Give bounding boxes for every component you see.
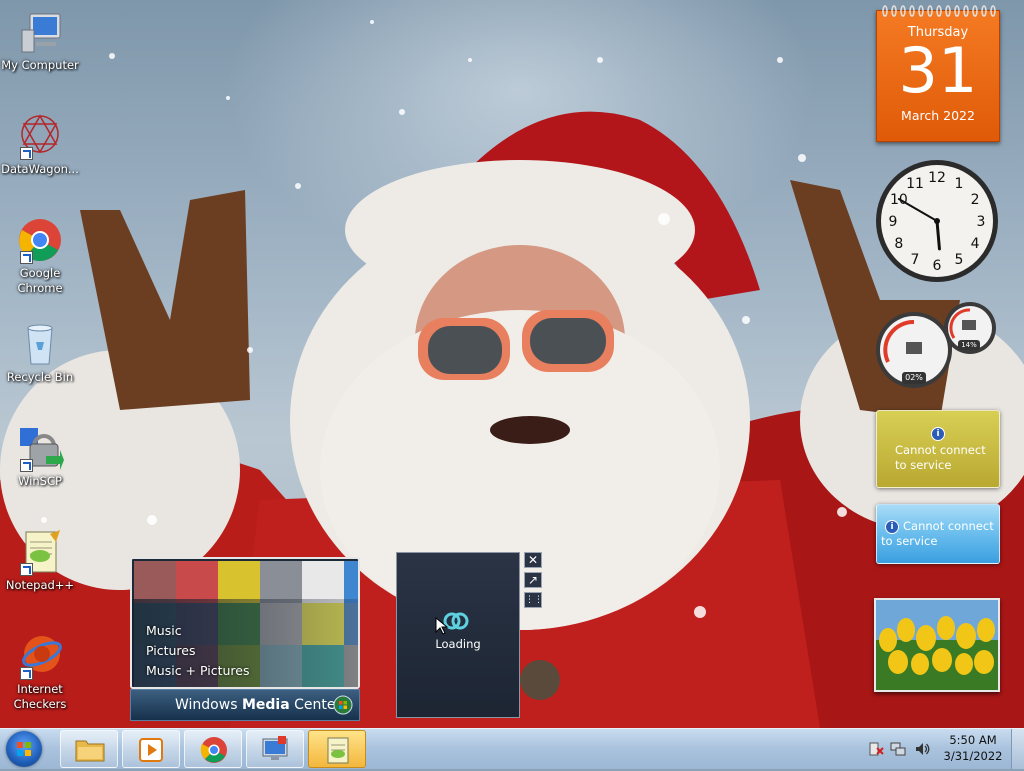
desktop-icon-label: WinSCP [18,474,62,488]
calendar-month-year: March 2022 [901,108,975,123]
currency-gadget[interactable]: i Cannot connect to service [876,410,1000,488]
clock-numeral: 9 [889,214,898,230]
clock-numeral: 7 [911,252,920,268]
desktop-icon-my-computer[interactable]: My Computer [0,8,80,73]
media-center-brand: Windows Media Center [175,697,342,713]
tulips-photo [876,600,998,690]
taskbar-explorer-button[interactable] [60,730,118,768]
desktop-icon-winscp[interactable]: WinSCP [0,424,80,489]
clock-numeral: 11 [906,176,924,192]
info-icon: i [885,520,899,534]
windows-logo-icon [17,742,31,756]
clock-numeral: 2 [971,192,980,208]
desktop-icon-google-chrome[interactable]: Google Chrome [0,216,80,296]
loading-gadget[interactable]: Loading [396,552,520,718]
desktop-icon-label: Notepad++ [5,578,75,592]
desktop-icon-label: DataWagon... [1,162,79,176]
feed-headlines-gadget[interactable]: i Cannot connect to service [876,504,1000,564]
currency-error-line2: to service [895,458,952,472]
media-player-icon [139,738,163,762]
clock-numeral: 4 [971,236,980,252]
desktop-icon-label: Internet Checkers [13,682,67,711]
media-menu-music[interactable]: Music [146,621,250,641]
slideshow-gadget[interactable] [874,598,1000,692]
taskbar-time: 5:50 AM [949,733,997,747]
analog-clock-face: 1234567891011 12 [876,160,998,282]
currency-error-line1: Cannot connect [895,443,986,457]
notepadpp-icon [16,528,64,576]
monitor-icon [262,736,288,760]
action-center-icon[interactable] [868,741,884,757]
desktop-icon-label: My Computer [1,58,79,72]
taskbar-date: 3/31/2022 [943,749,1003,763]
cpu-memory-gauges [876,302,996,388]
shortcut-arrow-icon [20,251,33,264]
desktop-icon-label: Recycle Bin [6,370,74,384]
volume-icon[interactable] [914,741,930,757]
desktop-icon-notepadpp[interactable]: Notepad++ [0,528,80,593]
close-icon[interactable]: ✕ [524,552,542,568]
clock-numeral: 8 [894,236,903,252]
clock-numeral: 6 [933,258,942,274]
taskbar-notepadpp-button[interactable] [308,730,366,768]
show-desktop-button[interactable] [1011,729,1024,769]
mouse-cursor-icon [435,617,449,635]
start-button[interactable] [6,731,42,767]
desktop-icon-internet-checkers[interactable]: Internet Checkers [0,632,80,712]
shortcut-arrow-icon [20,563,33,576]
computer-icon [16,8,64,56]
taskbar-remote-desktop-button[interactable] [246,730,304,768]
memory-usage-readout: 14% [961,341,977,349]
media-menu-pictures[interactable]: Pictures [146,641,250,661]
chrome-icon [200,737,227,763]
cpu-meter-gadget[interactable]: 02% 14% [874,300,1000,392]
media-center-bar[interactable]: Windows Media Center [130,689,360,721]
clock-numeral: 1 [955,176,964,192]
network-icon[interactable] [890,741,906,757]
calendar-day-number: 31 [898,34,978,107]
taskbar-chrome-button[interactable] [184,730,242,768]
media-center-gadget[interactable]: Music Pictures Music + Pictures Windows … [130,557,360,721]
taskbar-clock[interactable]: 5:50 AM 3/31/2022 [938,732,1008,764]
shortcut-arrow-icon [20,459,33,472]
datawagon-icon [16,112,64,160]
info-icon: i [931,427,945,441]
winscp-icon [16,424,64,472]
folder-icon [75,740,105,762]
recycle-bin-icon [16,320,64,368]
shortcut-arrow-icon [20,147,33,160]
taskbar-media-player-button[interactable] [122,730,180,768]
clock-numeral: 3 [977,214,986,230]
desktop-icon-label: Google Chrome [17,266,63,295]
feed-error-line1: Cannot connect [903,519,994,533]
desktop-icon-recycle-bin[interactable]: Recycle Bin [0,320,80,385]
shortcut-arrow-icon [20,667,33,680]
calendar-rings-icon [882,5,996,17]
checkers-icon [16,632,64,680]
loading-label: Loading [435,637,481,651]
feed-error-line2: to service [881,534,938,548]
desktop-icon-datawagon[interactable]: DataWagon... [0,112,80,177]
media-menu-music-pictures[interactable]: Music + Pictures [146,661,250,681]
windows-orb-icon[interactable] [333,695,353,715]
gadget-toolbar: ✕ ↗ ⋮⋮ [524,552,543,612]
notepadpp-icon [327,737,349,764]
media-tiles[interactable]: Music Pictures Music + Pictures [130,557,360,689]
taskbar: 5:50 AM 3/31/2022 [0,728,1024,769]
resize-icon[interactable]: ↗ [524,572,542,588]
calendar-gadget[interactable]: Thursday 31 March 2022 [876,5,1000,142]
cpu-usage-readout: 02% [905,373,923,382]
drag-handle-icon[interactable]: ⋮⋮ [524,592,543,608]
clock-numeral: 12 [928,170,946,186]
clock-numeral: 5 [955,252,964,268]
chrome-icon [16,216,64,264]
clock-gadget[interactable]: 1 2 3 4 5 6 7 8 9 10 11 12 [874,158,1000,284]
